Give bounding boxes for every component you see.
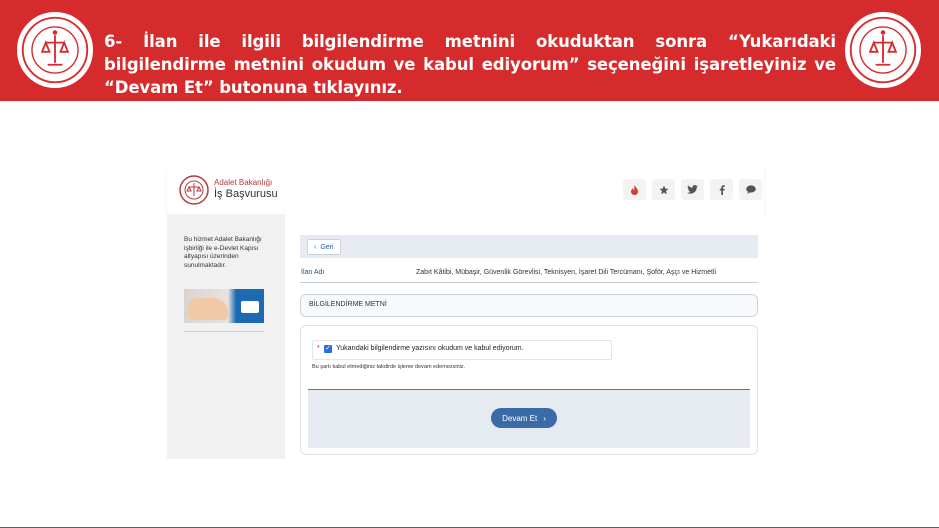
ilan-value: Zabıt Kâtibi, Mübaşir, Güvenlik Görevlis… <box>416 269 717 276</box>
twitter-icon[interactable] <box>681 179 704 200</box>
sidebar-divider <box>184 331 264 332</box>
back-button-label: Geri <box>320 243 334 251</box>
sidebar-info-text: Bu hizmet Adalet Bakanlığı işbirliği ile… <box>184 236 262 269</box>
acceptance-checkbox-row[interactable]: * ✓ Yukarıdaki bilgilendirme yazısını ok… <box>312 340 612 360</box>
e-devlet-image <box>184 289 264 323</box>
justice-ministry-logo <box>179 175 209 205</box>
back-bar: ‹ Geri <box>300 235 758 258</box>
info-section-header[interactable]: BİLGİLENDİRME METNİ <box>300 294 758 317</box>
continue-button-label: Devam Et <box>502 413 538 423</box>
justice-ministry-seal-right <box>845 12 921 88</box>
ilan-label: İlan Adı <box>301 269 325 276</box>
fire-icon[interactable] <box>623 179 646 200</box>
chevron-left-icon: ‹ <box>314 243 317 251</box>
justice-ministry-seal-left <box>17 12 93 88</box>
chevron-right-icon: › <box>543 413 546 423</box>
brand-title: İş Başvurusu <box>214 188 278 200</box>
sidebar: Bu hizmet Adalet Bakanlığı işbirliği ile… <box>167 214 285 459</box>
star-icon[interactable] <box>652 179 675 200</box>
instruction-text: 6- İlan ile ilgili bilgilendirme metnini… <box>104 32 836 97</box>
continue-button[interactable]: Devam Et › <box>491 408 557 428</box>
brand-ministry: Adalet Bakanlığı <box>214 178 273 187</box>
back-button[interactable]: ‹ Geri <box>307 239 341 255</box>
required-mark: * <box>317 345 320 352</box>
acceptance-note: Bu şartı kabul etmediğiniz takdirde işle… <box>312 364 466 370</box>
acceptance-checkbox-label[interactable]: Yukarıdaki bilgilendirme yazısını okudum… <box>336 345 524 352</box>
app-header: Adalet Bakanlığı İş Başvurusu <box>167 166 764 214</box>
ilan-row: İlan Adı Zabıt Kâtibi, Mübaşir, Güvenlik… <box>300 266 758 283</box>
chat-icon[interactable] <box>739 179 762 200</box>
action-area: Devam Et › <box>308 389 750 448</box>
application-screenshot: Adalet Bakanlığı İş Başvurusu Bu hizmet … <box>167 166 764 459</box>
acceptance-panel: * ✓ Yukarıdaki bilgilendirme yazısını ok… <box>300 325 758 455</box>
facebook-icon[interactable] <box>710 179 733 200</box>
info-section-title: BİLGİLENDİRME METNİ <box>309 301 387 308</box>
main-content: ‹ Geri İlan Adı Zabıt Kâtibi, Mübaşir, G… <box>285 214 764 459</box>
instruction-banner: 6- İlan ile ilgili bilgilendirme metnini… <box>0 0 939 101</box>
acceptance-checkbox[interactable]: ✓ <box>324 345 332 353</box>
